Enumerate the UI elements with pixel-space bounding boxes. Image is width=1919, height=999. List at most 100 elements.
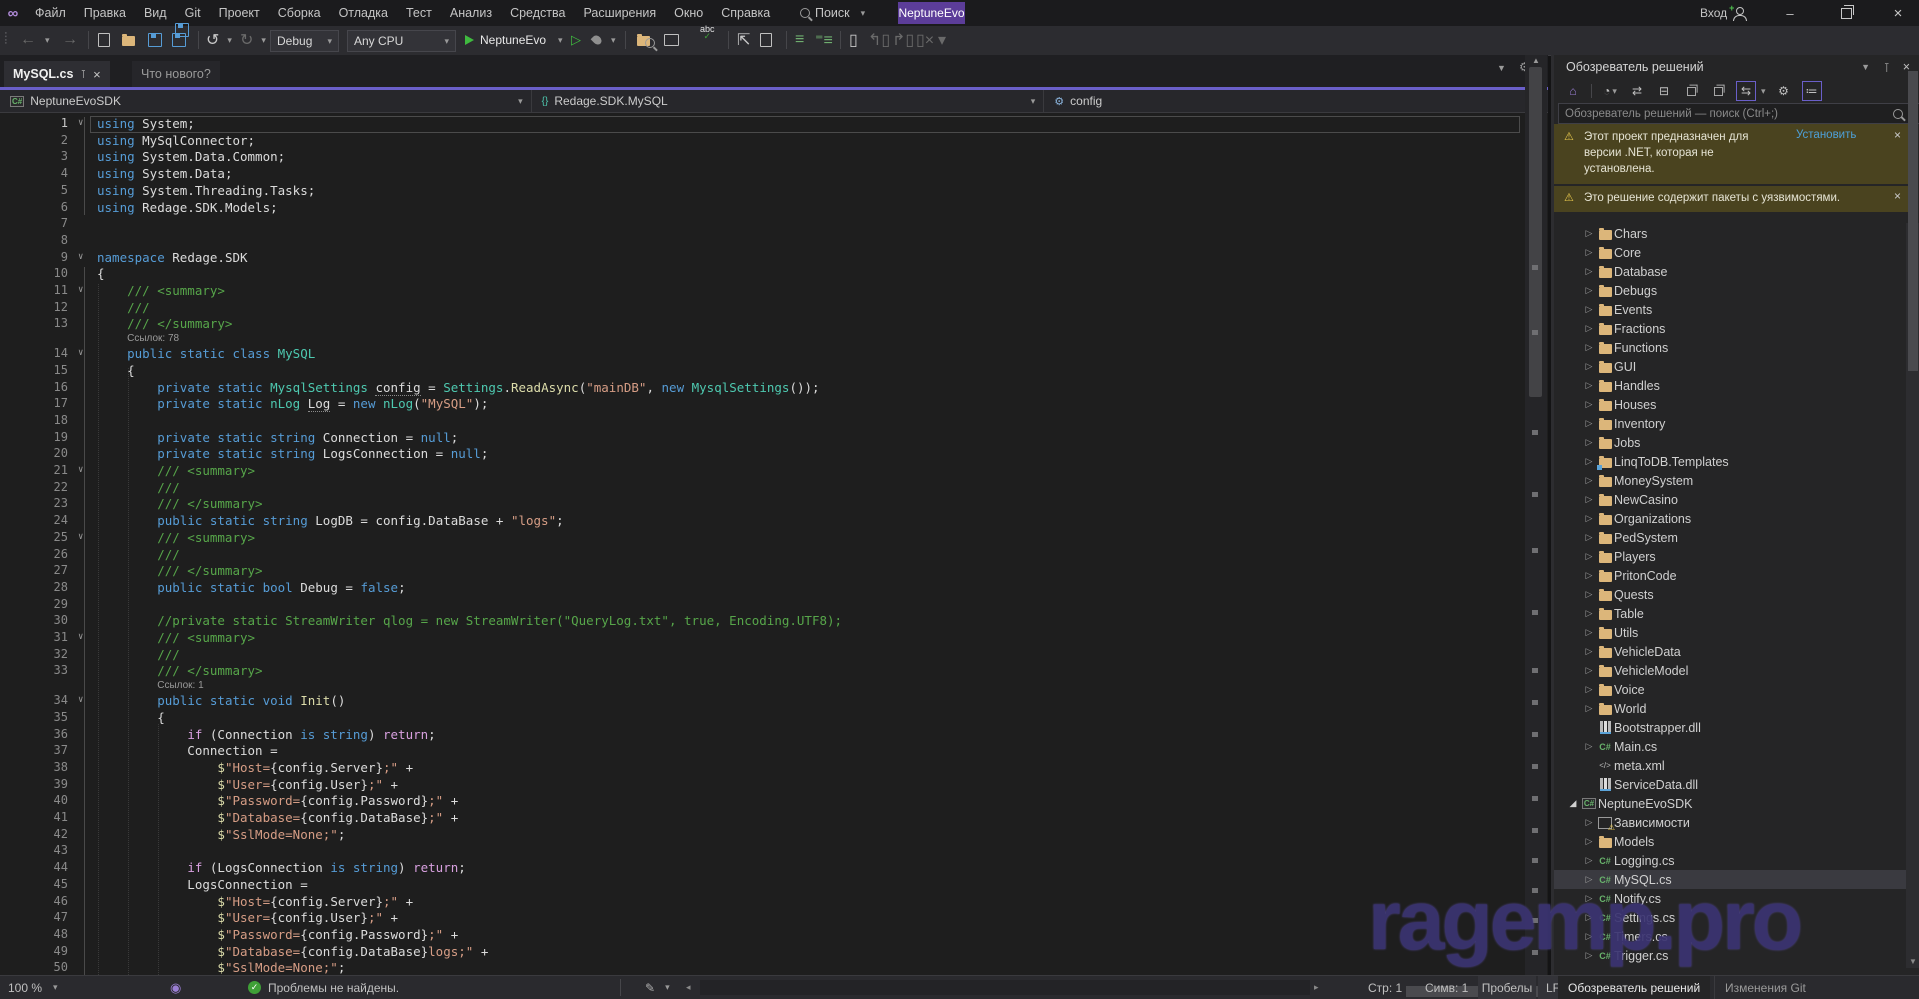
tree-item-logging-cs[interactable]: ▷C#Logging.cs	[1554, 851, 1915, 870]
expand-arrow-icon[interactable]: ▷	[1582, 532, 1596, 543]
expand-arrow-icon[interactable]: ▷	[1582, 323, 1596, 334]
properties-icon[interactable]	[1682, 82, 1700, 100]
menu-тест[interactable]: Тест	[397, 0, 441, 26]
pin-tab-icon[interactable]: ⊺	[80, 68, 86, 81]
dismiss-warning-icon[interactable]: ×	[1894, 189, 1901, 203]
spell-check-button[interactable]: abc ✓	[700, 26, 715, 54]
panel-tab--git[interactable]: Изменения Git	[1714, 976, 1816, 999]
tab--[interactable]: Что нового?	[132, 61, 220, 87]
code-line-32[interactable]: 32 ///	[0, 647, 1520, 664]
active-files-dropdown-icon[interactable]: ▼	[1497, 63, 1506, 73]
install-link[interactable]: Установить	[1796, 129, 1856, 141]
expand-arrow-icon[interactable]: ◢	[1566, 798, 1580, 809]
open-file-button[interactable]	[122, 26, 135, 54]
tree-item-functions[interactable]: ▷Functions	[1554, 338, 1915, 357]
panel-tab--[interactable]: Обозреватель решений	[1558, 976, 1710, 999]
code-line-31[interactable]: 31∨ /// <summary>	[0, 630, 1520, 647]
dismiss-warning-icon[interactable]: ×	[1894, 128, 1901, 142]
expand-arrow-icon[interactable]: ▷	[1582, 247, 1596, 258]
scroll-right-icon[interactable]: ▸	[1314, 976, 1319, 999]
menu-справка[interactable]: Справка	[712, 0, 779, 26]
scroll-down-icon[interactable]: ▼	[1909, 957, 1917, 966]
code-line-13[interactable]: 13 /// </summary>	[0, 316, 1520, 333]
code-line-50[interactable]: 50 $"SslMode=None;";	[0, 960, 1520, 975]
tree-item-pritoncode[interactable]: ▷PritonCode	[1554, 566, 1915, 585]
code-line-1[interactable]: 1∨using System;	[0, 116, 1520, 133]
expand-arrow-icon[interactable]: ▷	[1582, 361, 1596, 372]
tree-item-meta-xml[interactable]: </>meta.xml	[1554, 756, 1915, 775]
scroll-left-icon[interactable]: ◂	[686, 976, 691, 999]
code-line-22[interactable]: 22 ///	[0, 480, 1520, 497]
tree-item-inventory[interactable]: ▷Inventory	[1554, 414, 1915, 433]
code-line-34[interactable]: 34∨ public static void Init()	[0, 693, 1520, 710]
spaces-indicator[interactable]: Пробелы	[1478, 976, 1536, 999]
code-line-17[interactable]: 17 private static nLog Log = new nLog("M…	[0, 396, 1520, 413]
code-line-23[interactable]: 23 /// </summary>	[0, 496, 1520, 513]
navigate-back-button[interactable]: ←▾	[20, 26, 50, 54]
code-line-46[interactable]: 46 $"Host={config.Server};" +	[0, 894, 1520, 911]
code-line-2[interactable]: 2using MySqlConnector;	[0, 133, 1520, 150]
code-line-40[interactable]: 40 $"Password={config.Password};" +	[0, 793, 1520, 810]
expand-arrow-icon[interactable]: ▷	[1582, 741, 1596, 752]
outlining-collapse-icon[interactable]: ∨	[78, 118, 83, 128]
expand-arrow-icon[interactable]: ▷	[1582, 931, 1596, 942]
tree-item-houses[interactable]: ▷Houses	[1554, 395, 1915, 414]
expand-arrow-icon[interactable]: ▷	[1582, 399, 1596, 410]
start-debugging-button[interactable]: NeptuneEvo ▾	[465, 26, 563, 54]
menu-правка[interactable]: Правка	[75, 0, 135, 26]
expand-arrow-icon[interactable]: ▷	[1582, 855, 1596, 866]
expand-arrow-icon[interactable]: ▷	[1582, 266, 1596, 277]
show-all-files-icon[interactable]: ≔	[1802, 81, 1822, 101]
tree-item-jobs[interactable]: ▷Jobs	[1554, 433, 1915, 452]
expand-arrow-icon[interactable]: ▷	[1582, 874, 1596, 885]
code-line-20[interactable]: 20 private static string LogsConnection …	[0, 446, 1520, 463]
indent-increase-icon[interactable]: ⁼≡	[815, 26, 833, 54]
tree-item-fractions[interactable]: ▷Fractions	[1554, 319, 1915, 338]
expand-arrow-icon[interactable]: ▷	[1582, 285, 1596, 296]
code-line-4[interactable]: 4using System.Data;	[0, 166, 1520, 183]
code-line-15[interactable]: 15 {	[0, 363, 1520, 380]
tree-item-neptuneevosdk[interactable]: ◢C#NeptuneEvoSDK	[1554, 794, 1915, 813]
indent-decrease-icon[interactable]: ≡	[795, 26, 804, 54]
code-line-44[interactable]: 44 if (LogsConnection is string) return;	[0, 860, 1520, 877]
expand-arrow-icon[interactable]: ▷	[1582, 817, 1596, 828]
navigate-forward-button[interactable]: →	[62, 26, 78, 54]
code-line-11[interactable]: 11∨ /// <summary>	[0, 283, 1520, 300]
tree-item-vehicledata[interactable]: ▷VehicleData	[1554, 642, 1915, 661]
code-line-9[interactable]: 9∨namespace Redage.SDK	[0, 250, 1520, 267]
tree-item-vehiclemodel[interactable]: ▷VehicleModel	[1554, 661, 1915, 680]
code-line-8[interactable]: 8	[0, 233, 1520, 250]
find-in-files-button[interactable]	[637, 26, 655, 54]
code-line-43[interactable]: 43	[0, 843, 1520, 860]
code-line-10[interactable]: 10{	[0, 266, 1520, 283]
expand-arrow-icon[interactable]: ▷	[1582, 893, 1596, 904]
tree-item-moneysystem[interactable]: ▷MoneySystem	[1554, 471, 1915, 490]
code-line-27[interactable]: 27 /// </summary>	[0, 563, 1520, 580]
window-menu-icon[interactable]: ▼	[1861, 62, 1870, 72]
code-editor[interactable]: 1∨using System;2using MySqlConnector;3us…	[0, 114, 1548, 975]
previous-bookmark-button[interactable]: ↰▯	[868, 26, 890, 54]
tree-item-voice[interactable]: ▷Voice	[1554, 680, 1915, 699]
tree-item-pedsystem[interactable]: ▷PedSystem	[1554, 528, 1915, 547]
tree-item-chars[interactable]: ▷Chars	[1554, 224, 1915, 243]
select-tool-button[interactable]: ⇱	[737, 26, 750, 54]
outlining-collapse-icon[interactable]: ∨	[78, 632, 83, 642]
expand-arrow-icon[interactable]: ▷	[1582, 437, 1596, 448]
code-line-6[interactable]: 6using Redage.SDK.Models;	[0, 200, 1520, 217]
solution-search-input[interactable]: Обозреватель решений — поиск (Ctrl+;) ▾	[1558, 103, 1919, 124]
code-line-33[interactable]: 33 /// </summary>	[0, 663, 1520, 680]
tree-item-handles[interactable]: ▷Handles	[1554, 376, 1915, 395]
menu-средства[interactable]: Средства	[501, 0, 574, 26]
menu-окно[interactable]: Окно	[665, 0, 712, 26]
codelens-references[interactable]: Ссылок: 78	[127, 333, 179, 344]
expand-arrow-icon[interactable]: ▷	[1582, 684, 1596, 695]
code-line-26[interactable]: 26 ///	[0, 547, 1520, 564]
sync-selection-icon[interactable]: ⇄	[1628, 82, 1646, 100]
expand-arrow-icon[interactable]: ▷	[1582, 665, 1596, 676]
preview-selected-icon[interactable]	[1709, 82, 1727, 100]
clear-bookmarks-button[interactable]: ▯×	[916, 26, 934, 54]
expand-arrow-icon[interactable]: ▷	[1582, 627, 1596, 638]
tree-item-database[interactable]: ▷Database	[1554, 262, 1915, 281]
save-button[interactable]	[148, 26, 162, 54]
code-line-49[interactable]: 49 $"Database={config.DataBase}logs;" +	[0, 944, 1520, 961]
